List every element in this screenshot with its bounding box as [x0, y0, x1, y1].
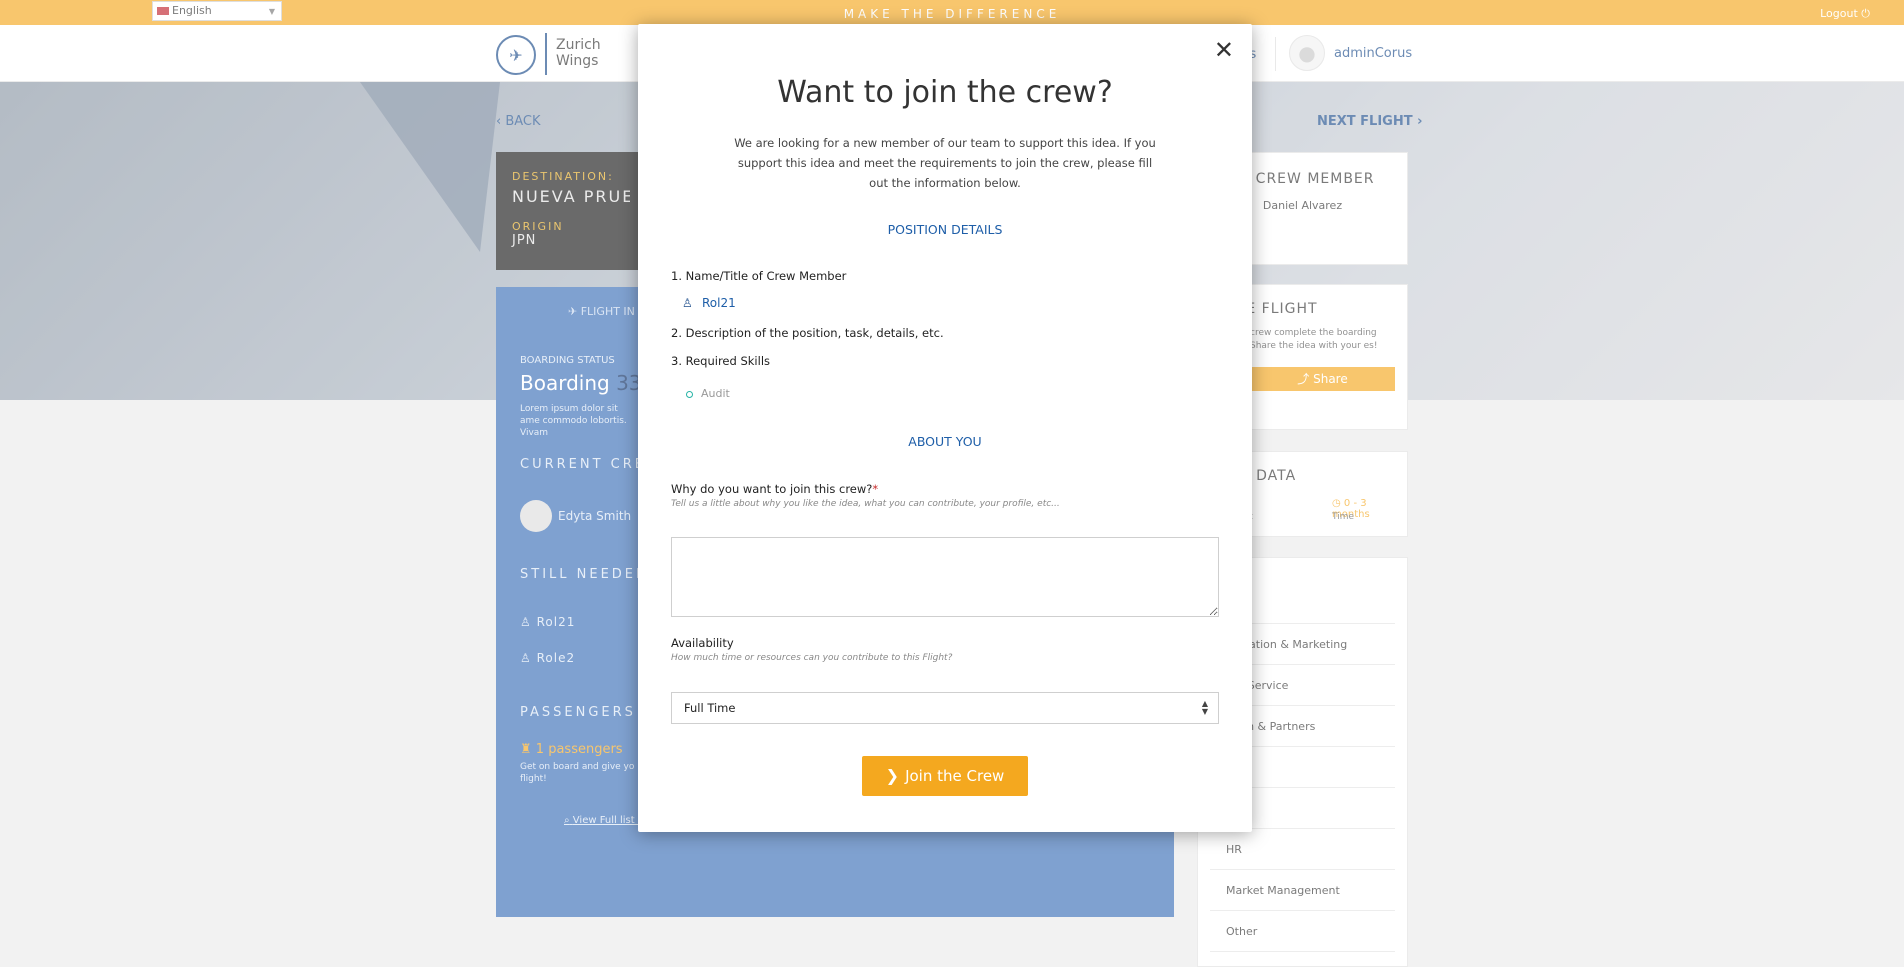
join-crew-modal: ✕ Want to join the crew? We are looking … — [638, 24, 1252, 832]
circle-icon — [686, 390, 693, 398]
role-name-label: Rol21 — [702, 296, 736, 310]
skill-item: Audit — [686, 387, 730, 400]
availability-select[interactable]: Full Time ▲ ▼ — [671, 692, 1219, 724]
position-details-heading: POSITION DETAILS — [887, 222, 1003, 237]
item-name-title: 1. Name/Title of Crew Member — [671, 269, 847, 283]
availability-label: Availability — [671, 636, 734, 650]
close-icon[interactable]: ✕ — [1214, 36, 1234, 64]
why-join-text: Why do you want to join this crew? — [671, 482, 873, 496]
why-join-hint: Tell us a little about why you like the … — [671, 499, 1060, 509]
availability-value: Full Time — [684, 701, 736, 715]
role-name: ♙ Rol21 — [682, 296, 736, 310]
item-required-skills: 3. Required Skills — [671, 354, 771, 368]
join-crew-label: Join the Crew — [905, 767, 1005, 785]
why-join-textarea[interactable] — [671, 537, 1219, 617]
required-marker: * — [872, 482, 879, 496]
about-you-heading: ABOUT YOU — [908, 434, 982, 449]
item-description: 2. Description of the position, task, de… — [671, 326, 944, 340]
user-icon: ♙ — [682, 296, 693, 310]
availability-hint: How much time or resources can you contr… — [671, 653, 953, 663]
why-join-label: Why do you want to join this crew?* — [671, 482, 878, 496]
modal-title: Want to join the crew? — [777, 75, 1113, 110]
chevron-right-icon: ❯ — [885, 766, 900, 785]
skill-label: Audit — [701, 387, 730, 400]
select-arrows-icon: ▲ ▼ — [1201, 699, 1208, 716]
modal-intro: We are looking for a new member of our t… — [734, 136, 1156, 190]
join-crew-button[interactable]: ❯ Join the Crew — [862, 756, 1028, 796]
